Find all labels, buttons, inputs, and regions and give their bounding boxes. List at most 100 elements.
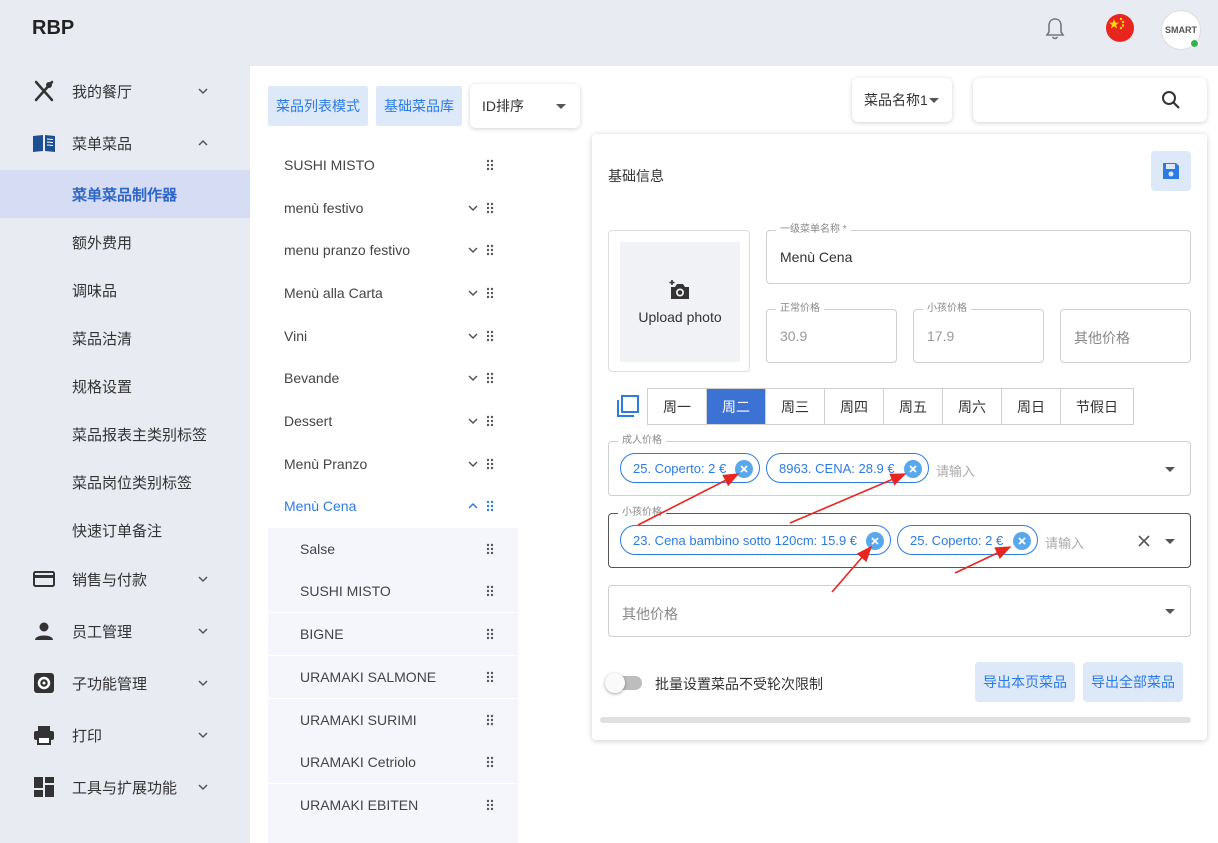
sidebar-subitem-order-notes[interactable]: 快速订单备注 [0, 506, 250, 554]
chevron-down-icon [198, 88, 208, 95]
other-price-select-placeholder: 其他价格 [622, 606, 678, 622]
drag-handle-icon[interactable] [486, 628, 494, 640]
sidebar-item-restaurant[interactable]: 我的餐厅 [0, 67, 250, 115]
drag-handle-icon[interactable] [486, 500, 494, 512]
drag-handle-icon[interactable] [486, 458, 494, 470]
sidebar-subitem-extra-fees[interactable]: 额外费用 [0, 218, 250, 266]
dropdown-caret-icon[interactable] [1165, 539, 1175, 544]
tab-tuesday[interactable]: 周二 [707, 389, 766, 424]
dropdown-caret-icon[interactable] [1165, 609, 1175, 614]
drag-handle-icon[interactable] [486, 159, 494, 171]
tab-holiday[interactable]: 节假日 [1061, 389, 1133, 424]
list-item[interactable]: Menù Pranzo [268, 443, 518, 485]
drag-handle-icon[interactable] [486, 756, 494, 768]
sidebar-item-menu[interactable]: 菜单菜品 [0, 119, 250, 167]
tab-wednesday[interactable]: 周三 [766, 389, 825, 424]
chevron-down-icon[interactable] [467, 202, 479, 214]
list-item[interactable]: SUSHI MISTO [268, 144, 518, 186]
child-price-field[interactable]: 小孩价格 17.9 [913, 303, 1044, 363]
normal-price-field[interactable]: 正常价格 30.9 [766, 303, 897, 363]
list-child-item[interactable]: Salse [268, 528, 518, 570]
list-child-item[interactable]: URAMAKI SALMONE [268, 656, 518, 698]
drag-handle-icon[interactable] [486, 372, 494, 384]
drag-handle-icon[interactable] [486, 714, 494, 726]
drag-handle-icon[interactable] [486, 585, 494, 597]
china-flag-icon[interactable] [1106, 14, 1134, 42]
avatar[interactable]: SMART [1161, 10, 1201, 50]
list-item[interactable]: Bevande [268, 357, 518, 399]
tab-monday[interactable]: 周一 [648, 389, 707, 424]
chevron-down-icon[interactable] [467, 458, 479, 470]
other-price-field[interactable]: 其他价格 [1060, 309, 1191, 363]
sidebar-item-subfunctions[interactable]: 子功能管理 [0, 659, 250, 707]
field-select-value: 菜品名称1 [864, 92, 928, 108]
export-all-button[interactable]: 导出全部菜品 [1083, 662, 1183, 702]
list-child-item[interactable]: URAMAKI EBITEN [268, 784, 518, 826]
base-library-button[interactable]: 基础菜品库 [376, 86, 462, 126]
drag-handle-icon[interactable] [486, 287, 494, 299]
drag-handle-icon[interactable] [486, 415, 494, 427]
sidebar-item-sales[interactable]: 销售与付款 [0, 555, 250, 603]
bell-icon[interactable] [1044, 17, 1066, 41]
sidebar-item-tools[interactable]: 工具与扩展功能 [0, 763, 250, 811]
drag-handle-icon[interactable] [486, 671, 494, 683]
remove-tag-icon[interactable] [866, 532, 884, 550]
sidebar-subitem-station-tags[interactable]: 菜品岗位类别标签 [0, 458, 250, 506]
list-child-item[interactable]: URAMAKI SURIMI [268, 699, 518, 741]
drag-handle-icon[interactable] [486, 799, 494, 811]
copy-icon[interactable] [616, 394, 640, 418]
batch-round-toggle[interactable] [605, 673, 642, 693]
list-item-active[interactable]: Menù Cena [268, 485, 518, 527]
sidebar-subitem-condiments[interactable]: 调味品 [0, 266, 250, 314]
tab-thursday[interactable]: 周四 [825, 389, 884, 424]
adult-price-select[interactable]: 成人价格 25. Coperto: 2 € 8963. CENA: 28.9 €… [608, 435, 1191, 496]
clear-icon[interactable] [1137, 534, 1151, 548]
chevron-down-icon[interactable] [467, 244, 479, 256]
chevron-down-icon[interactable] [467, 372, 479, 384]
drag-handle-icon[interactable] [486, 244, 494, 256]
horizontal-scrollbar[interactable] [600, 717, 1191, 723]
list-mode-button[interactable]: 菜品列表模式 [268, 86, 368, 126]
sidebar-subitem-report-tags[interactable]: 菜品报表主类别标签 [0, 410, 250, 458]
sort-select[interactable]: ID排序 [470, 84, 580, 128]
list-item[interactable]: menù festivo [268, 187, 518, 229]
chevron-down-icon[interactable] [467, 287, 479, 299]
remove-tag-icon[interactable] [904, 460, 922, 478]
list-item[interactable]: menu pranzo festivo [268, 229, 518, 271]
save-button[interactable] [1151, 151, 1191, 191]
list-child-item[interactable]: URAMAKI Cetriolo [268, 741, 518, 783]
list-item[interactable]: Dessert [268, 400, 518, 442]
list-item[interactable]: Vini [268, 315, 518, 357]
child-price-select[interactable]: 小孩价格 23. Cena bambino sotto 120cm: 15.9 … [608, 507, 1191, 568]
tab-friday[interactable]: 周五 [884, 389, 943, 424]
drag-handle-icon[interactable] [486, 202, 494, 214]
sidebar-subitem-specs[interactable]: 规格设置 [0, 362, 250, 410]
chevron-down-icon[interactable] [467, 330, 479, 342]
field-select[interactable]: 菜品名称1 [852, 78, 952, 122]
other-price-select[interactable]: 其他价格 [608, 585, 1191, 637]
tab-sunday[interactable]: 周日 [1002, 389, 1061, 424]
tab-saturday[interactable]: 周六 [943, 389, 1002, 424]
menu-name-field[interactable]: 一级菜单名称 * Menù Cena [766, 224, 1191, 284]
drag-handle-icon[interactable] [486, 330, 494, 342]
chevron-up-icon[interactable] [467, 500, 479, 512]
sidebar-subitem-label: 额外费用 [72, 234, 133, 252]
chevron-down-icon[interactable] [467, 415, 479, 427]
drag-handle-icon[interactable] [486, 543, 494, 555]
list-child-item[interactable]: SUSHI MISTO [268, 570, 518, 612]
sidebar-subitem-menu-builder[interactable]: 菜单菜品制作器 [0, 170, 250, 218]
photo-upload[interactable]: Upload photo [608, 230, 750, 372]
dropdown-caret-icon[interactable] [1165, 467, 1175, 472]
search-icon[interactable] [1161, 90, 1181, 110]
remove-tag-icon[interactable] [1013, 532, 1031, 550]
search-input[interactable] [973, 78, 1207, 122]
export-page-button[interactable]: 导出本页菜品 [975, 662, 1075, 702]
remove-tag-icon[interactable] [735, 460, 753, 478]
normal-price-value: 30.9 [780, 328, 808, 344]
photo-upload-area[interactable]: Upload photo [620, 242, 740, 362]
sidebar-subitem-sold-out[interactable]: 菜品沽清 [0, 314, 250, 362]
list-child-item[interactable]: BIGNE [268, 613, 518, 655]
sidebar-item-staff[interactable]: 员工管理 [0, 607, 250, 655]
list-item[interactable]: Menù alla Carta [268, 272, 518, 314]
sidebar-item-print[interactable]: 打印 [0, 711, 250, 759]
